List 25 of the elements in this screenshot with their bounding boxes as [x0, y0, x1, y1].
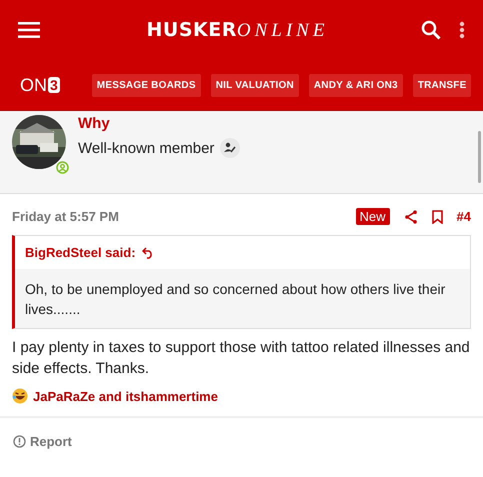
alert-icon — [13, 435, 26, 448]
share-icon[interactable] — [404, 210, 418, 224]
username[interactable]: Why — [78, 115, 240, 132]
brand-logo[interactable]: ON 3 — [20, 74, 60, 96]
quote-text: Oh, to be unemployed and so concerned about how others live their lives....... — [15, 269, 470, 328]
nav-link[interactable]: MESSAGE BOARDS — [92, 74, 201, 96]
nav-link[interactable]: ANDY & ARI ON3 — [308, 74, 403, 96]
post-text: I pay plenty in taxes to support those with tattoo related illnesses and side effects. Thanks. — [11, 338, 471, 380]
reply-arrow-icon[interactable] — [142, 246, 154, 258]
user-title: Well-known member — [78, 140, 214, 156]
bookmark-icon[interactable] — [432, 210, 443, 224]
new-badge: New — [356, 208, 390, 225]
nav-link[interactable]: NIL VALUATION — [210, 74, 299, 96]
nav-link[interactable]: TRANSFE — [412, 74, 472, 96]
more-icon[interactable] — [459, 21, 465, 39]
search-icon[interactable] — [421, 20, 441, 40]
post-time[interactable]: Friday at 5:57 PM — [12, 209, 342, 224]
reaction-names[interactable]: JaPaRaZe and itshammertime — [33, 388, 218, 404]
menu-icon[interactable] — [18, 22, 40, 38]
report-button[interactable]: Report — [0, 418, 85, 466]
user-edit-icon — [220, 138, 240, 158]
quote-author[interactable]: BigRedSteel said: — [25, 245, 136, 260]
post-number[interactable]: #4 — [456, 209, 471, 224]
scrollbar[interactable] — [478, 131, 481, 183]
laughing-emoji-icon — [12, 388, 28, 404]
